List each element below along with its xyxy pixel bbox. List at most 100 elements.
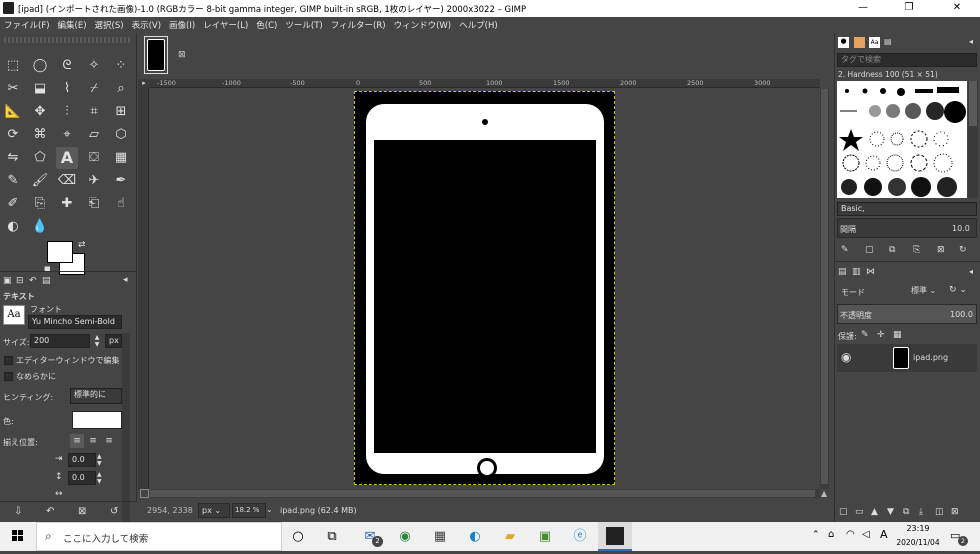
gradient-tool-icon[interactable]: ▦ [110, 147, 132, 169]
undo-history-tab-icon[interactable]: ↶ [29, 276, 37, 286]
layer-mask-icon[interactable]: ◫ [935, 507, 944, 517]
network-icon[interactable]: ⌂ [828, 529, 834, 540]
indent-stepper[interactable]: ▲ ▼ [97, 453, 107, 467]
duplicate-brush-icon[interactable]: ⧉ [889, 245, 895, 255]
clock-date[interactable]: 2020/11/04 [896, 538, 940, 547]
swap-colors-icon[interactable]: ⇄ [78, 240, 86, 250]
justify-center-icon[interactable]: ≡ [102, 434, 116, 448]
rotate-tool-icon[interactable]: ⟳ [2, 124, 24, 146]
indent-field[interactable]: 0.0 [68, 453, 96, 467]
color-picker-tool-icon[interactable]: ⌿ [83, 78, 105, 100]
gimp-taskbar-button[interactable] [598, 522, 632, 551]
free-select-tool-icon[interactable]: ᘓ [56, 55, 78, 77]
heal-tool-icon[interactable]: ✚ [56, 193, 78, 215]
line-spacing-stepper[interactable]: ▲ ▼ [97, 471, 107, 485]
justify-right-icon[interactable]: ≡ [86, 434, 100, 448]
rect-select-tool-icon[interactable]: ⬚ [2, 55, 24, 77]
panel-menu-icon[interactable]: ◂ [123, 275, 128, 285]
tool-options-tab-icon[interactable]: ▣ [3, 276, 12, 286]
minimize-button[interactable]: — [840, 0, 886, 17]
toolbox-drag-handle[interactable] [4, 37, 132, 43]
justify-left-icon[interactable]: ≡ [70, 434, 84, 448]
zoom-dropdown-icon[interactable]: ⌄ [266, 505, 273, 514]
lower-layer-icon[interactable]: ▼ [887, 507, 894, 517]
edge-browser-icon[interactable]: ◐ [465, 527, 485, 547]
menu-windows[interactable]: ウィンドウ(W) [394, 19, 452, 31]
flip-tool-icon[interactable]: ⇋ [2, 147, 24, 169]
antialias-checkbox[interactable] [4, 372, 13, 381]
menu-layer[interactable]: レイヤー(L) [203, 19, 248, 31]
close-button[interactable]: ✕ [934, 0, 980, 17]
calculator-icon[interactable]: ▦ [430, 527, 450, 547]
line-spacing-field[interactable]: 0.0 [68, 471, 96, 485]
new-layer-icon[interactable]: ▢ [839, 507, 848, 517]
paths-tool-icon[interactable]: ⌇ [56, 78, 78, 100]
layers-menu-icon[interactable]: ◂ [969, 267, 973, 276]
save-options-icon[interactable]: ⇩ [14, 506, 22, 517]
dodge-burn-tool-icon[interactable]: ◐ [2, 216, 24, 238]
edge-legacy-icon[interactable]: ⓔ [570, 527, 590, 547]
volume-icon[interactable]: ◁ [862, 529, 870, 540]
menu-select[interactable]: 選択(S) [95, 19, 124, 31]
menu-filters[interactable]: フィルター(R) [331, 19, 386, 31]
menu-view[interactable]: 表示(V) [132, 19, 161, 31]
font-preview-icon[interactable]: Aa [3, 305, 25, 325]
device-status-tab-icon[interactable]: ⊟ [16, 276, 24, 286]
app-icon-green[interactable]: ◉ [395, 527, 415, 547]
paths-tab-icon[interactable]: ⋈ [866, 267, 875, 277]
unified-transform-tool-icon[interactable]: ⊞ [110, 101, 132, 123]
crop-tool-icon[interactable]: ⌗ [83, 101, 105, 123]
taskbar-search[interactable]: ⌕ ここに入力して検索 [36, 522, 282, 551]
clone-tool-icon[interactable]: ⎘ [29, 193, 51, 215]
zoom-select[interactable]: 18.2 % [232, 503, 266, 518]
by-color-select-tool-icon[interactable]: ⁘ [110, 55, 132, 77]
lock-pixels-icon[interactable]: ✎ [861, 330, 869, 340]
delete-brush-icon[interactable]: ⊠ [937, 245, 945, 255]
vertical-scrollbar[interactable] [820, 89, 829, 489]
mode-select[interactable]: 標準 ⌄ [911, 283, 945, 298]
copy-location-icon[interactable]: ⎘ [913, 245, 920, 255]
layers-tab-icon[interactable]: ▤ [838, 267, 847, 277]
blur-sharpen-tool-icon[interactable]: 💧 [29, 216, 51, 238]
maximize-button[interactable]: ❐ [886, 0, 932, 17]
images-tab-icon[interactable]: ▤ [42, 276, 51, 286]
spacing-slider[interactable]: 間隔 10.0 [837, 218, 977, 238]
measure-tool-icon[interactable]: 📐 [2, 101, 24, 123]
file-explorer-icon[interactable]: ▰ [500, 527, 520, 547]
vertical-ruler[interactable] [138, 89, 149, 489]
brush-tag-filter[interactable]: タグで検索 [837, 53, 977, 67]
editor-checkbox[interactable] [4, 356, 13, 365]
bucket-fill-tool-icon[interactable]: ⛋ [83, 147, 105, 169]
fonts-tab-icon[interactable]: Aa [869, 37, 880, 48]
ime-indicator[interactable]: A [880, 528, 888, 541]
foreground-select-tool-icon[interactable]: ⬓ [29, 78, 51, 100]
merge-layer-icon[interactable]: ⤓ [919, 507, 923, 517]
lock-position-icon[interactable]: ✛ [877, 330, 885, 340]
reset-options-icon[interactable]: ↺ [110, 506, 118, 517]
photos-app-icon[interactable]: ▣ [535, 527, 555, 547]
options-scrollbar[interactable] [122, 333, 130, 523]
warp-tool-icon[interactable]: ⌘ [29, 124, 51, 146]
image-canvas[interactable] [354, 91, 615, 485]
hinting-select[interactable]: 標準的に [70, 388, 122, 404]
start-button[interactable] [0, 522, 36, 551]
image-tab-thumbnail[interactable] [144, 36, 168, 74]
brush-grid[interactable] [837, 81, 967, 198]
document-history-tab-icon[interactable]: ▤ [884, 37, 895, 48]
opacity-slider[interactable]: 不透明度 100.0 [837, 304, 977, 324]
pencil-tool-icon[interactable]: ✎ [2, 170, 24, 192]
eraser-tool-icon[interactable]: ⌫ [56, 170, 78, 192]
menu-colors[interactable]: 色(C) [256, 19, 277, 31]
composite-mode-icon[interactable]: ↻ ⌄ [949, 283, 977, 298]
paintbrush-tool-icon[interactable]: 🖌 [29, 170, 51, 192]
fuzzy-select-tool-icon[interactable]: ✧ [83, 55, 105, 77]
new-brush-icon[interactable]: ▢ [865, 245, 874, 255]
perspective-tool-icon[interactable]: ▱ [83, 124, 105, 146]
delete-layer-icon[interactable]: ⊠ [951, 507, 959, 517]
delete-options-icon[interactable]: ⊠ [78, 506, 86, 517]
size-field[interactable]: 200 [30, 334, 90, 348]
3d-transform-tool-icon[interactable]: ⬡ [110, 124, 132, 146]
wifi-icon[interactable]: ◠ [846, 529, 855, 540]
handle-transform-tool-icon[interactable]: ⌖ [56, 124, 78, 146]
scissors-tool-icon[interactable]: ✂ [2, 78, 24, 100]
